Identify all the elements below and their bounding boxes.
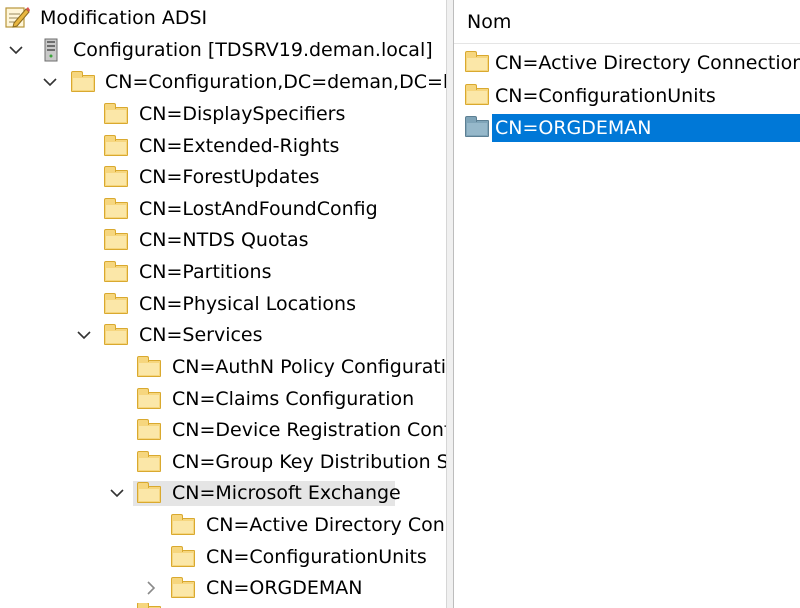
- tree-node-physical-locations[interactable]: CN=Physical Locations: [0, 289, 446, 319]
- tree-node-partitions[interactable]: CN=Partitions: [0, 257, 446, 287]
- adsi-edit-icon: [4, 5, 30, 29]
- list-item[interactable]: CN=Active Directory Connections: [454, 46, 800, 78]
- tree-node-label: CN=Claims Configuration: [172, 388, 415, 410]
- tree-node-forest-updates[interactable]: CN=ForestUpdates: [0, 162, 446, 192]
- results-pane[interactable]: Nom CN=Active Directory Connections CN=C…: [454, 0, 800, 608]
- folder-icon: [136, 603, 162, 608]
- tree-node-group-key-distribution[interactable]: CN=Group Key Distribution Service: [0, 447, 446, 477]
- tree-node-extended-rights[interactable]: CN=Extended-Rights: [0, 131, 446, 161]
- list-item-label: CN=ORGDEMAN: [492, 114, 800, 142]
- tree-node-label: CN=LostAndFoundConfig: [139, 198, 378, 220]
- list-item-label: CN=Active Directory Connections: [495, 52, 800, 74]
- chevron-right-icon[interactable]: [141, 577, 161, 599]
- tree-node-ntds-quotas[interactable]: CN=NTDS Quotas: [0, 225, 446, 255]
- folder-icon: [136, 418, 162, 442]
- tree-node-label: CN=DisplaySpecifiers: [139, 103, 346, 125]
- folder-icon: [170, 545, 196, 569]
- tree-node-lost-and-found[interactable]: CN=LostAndFoundConfig: [0, 194, 446, 224]
- folder-icon: [136, 355, 162, 379]
- tree-node-label: CN=Configuration,DC=deman,DC=local: [105, 71, 446, 93]
- server-icon: [38, 38, 64, 62]
- tree-node-authn-policy[interactable]: CN=AuthN Policy Configuration: [0, 352, 446, 382]
- folder-icon: [103, 292, 129, 316]
- tree-node-label: CN=Services: [139, 324, 263, 346]
- tree-node-partial: [0, 603, 446, 608]
- tree-node-label: CN=AuthN Policy Configuration: [172, 356, 446, 378]
- tree-node-label: CN=Extended-Rights: [139, 135, 340, 157]
- column-header-name[interactable]: Nom: [454, 0, 800, 44]
- folder-icon: [170, 576, 196, 600]
- folder-icon: [103, 197, 129, 221]
- tree-node-label: CN=Physical Locations: [139, 293, 356, 315]
- folder-icon: [70, 70, 96, 94]
- tree-node-label: CN=Partitions: [139, 261, 272, 283]
- tree-node-label: CN=ForestUpdates: [139, 166, 320, 188]
- chevron-down-icon[interactable]: [74, 324, 94, 346]
- tree-node-orgdeman[interactable]: CN=ORGDEMAN: [0, 573, 446, 603]
- tree-root[interactable]: Modification ADSI: [0, 3, 446, 33]
- tree-node-label: CN=Active Directory Connections: [206, 514, 446, 536]
- tree-node-microsoft-exchange[interactable]: CN=Microsoft Exchange: [0, 478, 446, 508]
- folder-icon: [103, 165, 129, 189]
- tree-root-label: Modification ADSI: [40, 7, 208, 29]
- list-item-selected[interactable]: CN=ORGDEMAN: [454, 111, 800, 143]
- folder-icon: [103, 228, 129, 252]
- tree-node-label: Configuration [TDSRV19.deman.local]: [73, 39, 433, 61]
- tree-pane[interactable]: Modification ADSI Configuration [TDSRV19…: [0, 0, 446, 608]
- list-item-label: CN=ConfigurationUnits: [495, 85, 716, 107]
- tree-node-label: CN=ORGDEMAN: [206, 577, 363, 599]
- folder-icon: [170, 513, 196, 537]
- tree-node-configuration-units[interactable]: CN=ConfigurationUnits: [0, 542, 446, 572]
- folder-icon: [136, 387, 162, 411]
- folder-icon: [103, 323, 129, 347]
- folder-icon: [136, 450, 162, 474]
- pane-splitter[interactable]: [446, 0, 454, 608]
- list-item[interactable]: CN=ConfigurationUnits: [454, 79, 800, 111]
- tree-node-label: CN=Microsoft Exchange: [172, 482, 401, 504]
- chevron-down-icon[interactable]: [40, 71, 60, 93]
- folder-blue-icon: [464, 115, 490, 139]
- folder-icon: [136, 481, 162, 505]
- tree-node-label: CN=Device Registration Configuration: [172, 419, 446, 441]
- tree-node-label: CN=ConfigurationUnits: [206, 546, 427, 568]
- column-header-label: Nom: [467, 11, 512, 33]
- folder-icon: [464, 83, 490, 107]
- folder-icon: [103, 134, 129, 158]
- tree-node-cn-configuration[interactable]: CN=Configuration,DC=deman,DC=local: [0, 67, 446, 97]
- tree-node-services[interactable]: CN=Services: [0, 320, 446, 350]
- folder-icon: [103, 260, 129, 284]
- chevron-down-icon[interactable]: [6, 39, 26, 61]
- tree-node-label: CN=NTDS Quotas: [139, 229, 309, 251]
- adsi-edit-window: Modification ADSI Configuration [TDSRV19…: [0, 0, 800, 608]
- tree-node-device-registration[interactable]: CN=Device Registration Configuration: [0, 415, 446, 445]
- folder-icon: [103, 102, 129, 126]
- tree-node-active-directory-connections[interactable]: CN=Active Directory Connections: [0, 510, 446, 540]
- tree-node-claims-configuration[interactable]: CN=Claims Configuration: [0, 384, 446, 414]
- tree-node-configuration[interactable]: Configuration [TDSRV19.deman.local]: [0, 35, 446, 65]
- chevron-down-icon[interactable]: [107, 482, 127, 504]
- folder-icon: [464, 50, 490, 74]
- tree-node-display-specifiers[interactable]: CN=DisplaySpecifiers: [0, 99, 446, 129]
- tree-node-label: CN=Group Key Distribution Service: [172, 451, 446, 473]
